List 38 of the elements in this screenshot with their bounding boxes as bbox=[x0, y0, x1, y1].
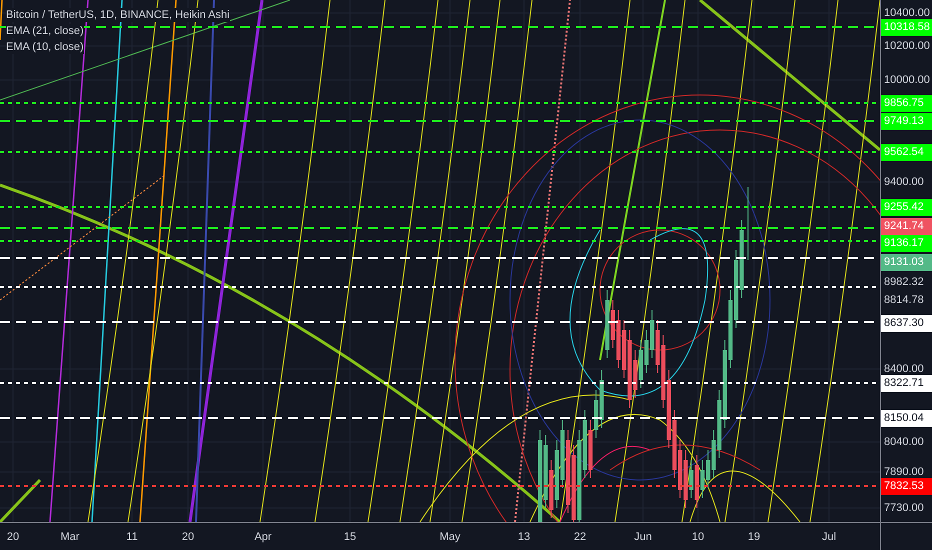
date-label: 11 bbox=[126, 530, 138, 544]
date-label: Apr bbox=[254, 530, 272, 544]
indicator-label: EMA (10, close) bbox=[6, 40, 84, 54]
price-marker: 9562.54 bbox=[881, 144, 932, 160]
price-marker: 8150.04 bbox=[881, 410, 932, 426]
price-label: 8982.32 bbox=[884, 275, 924, 289]
price-marker: 8637.30 bbox=[881, 314, 932, 332]
date-label: 20 bbox=[6, 530, 20, 544]
date-label: Mar bbox=[60, 530, 80, 544]
price-marker: 9255.42 bbox=[881, 198, 932, 216]
date-label: Jun bbox=[634, 530, 652, 544]
price-label: 8040.00 bbox=[884, 435, 924, 449]
date-label: 15 bbox=[344, 530, 356, 544]
date-label: Jul bbox=[822, 530, 836, 544]
indicator-label: EMA (21, close) bbox=[6, 24, 84, 38]
price-marker: 9749.13 bbox=[881, 112, 932, 130]
price-marker: 8322.71 bbox=[881, 374, 932, 392]
chart-title: Bitcoin / TetherUS, 1D, BINANCE, Heikin Ashi bbox=[6, 8, 230, 22]
price-label: 8814.78 bbox=[884, 293, 924, 307]
price-label: 7890.00 bbox=[884, 465, 924, 479]
date-label: 20 bbox=[182, 530, 194, 544]
price-marker: 9856.75 bbox=[881, 94, 932, 112]
price-label: 9400.00 bbox=[884, 175, 924, 189]
date-label: 22 bbox=[574, 530, 586, 544]
date-label: 10 bbox=[692, 530, 704, 544]
price-marker: 9241.74 bbox=[881, 218, 932, 234]
price-marker: 10318.58 bbox=[881, 18, 932, 36]
price-label: 10000.00 bbox=[884, 73, 930, 87]
date-label: 13 bbox=[518, 530, 530, 544]
date-label: 19 bbox=[748, 530, 760, 544]
date-label: May bbox=[440, 530, 460, 544]
price-label: 10200.00 bbox=[884, 39, 930, 53]
price-label: 7730.00 bbox=[884, 501, 924, 515]
price-label: 8400.00 bbox=[884, 362, 924, 376]
price-marker: 7832.53 bbox=[881, 478, 932, 494]
price-marker: 9131.03 bbox=[881, 254, 932, 270]
price-label: 10400.00 bbox=[884, 6, 930, 20]
price-marker: 9136.17 bbox=[881, 234, 932, 252]
